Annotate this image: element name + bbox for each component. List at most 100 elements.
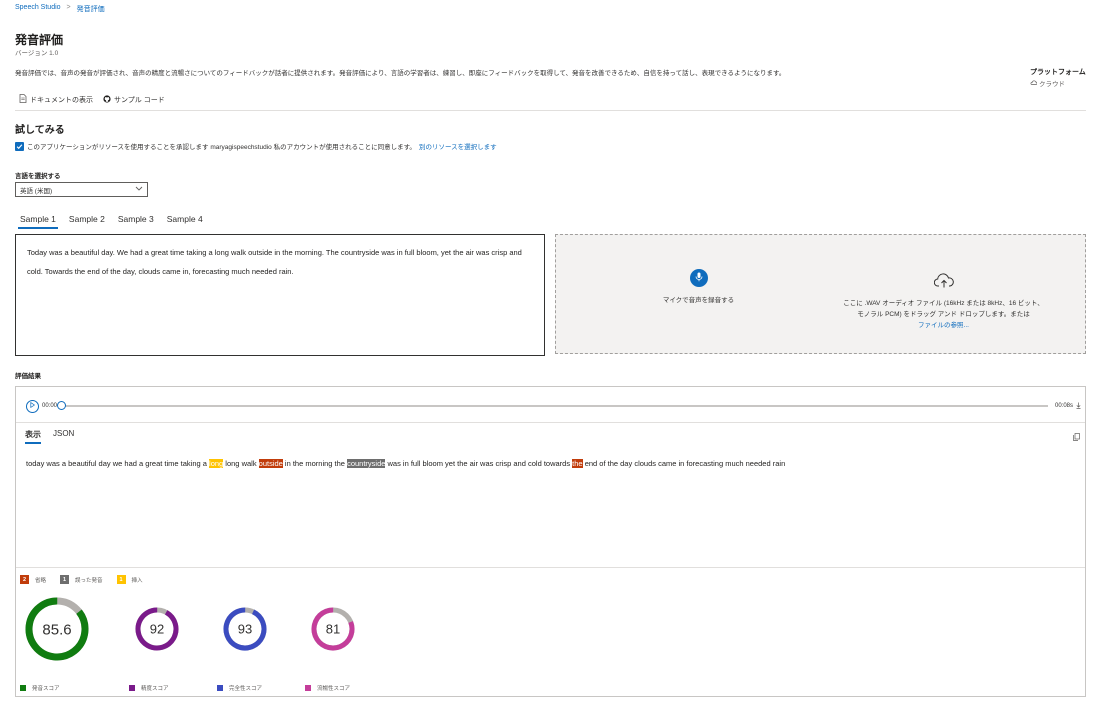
transcript-word-omission: the xyxy=(572,459,583,468)
score-value: 85.6 xyxy=(42,621,71,638)
insertion-count-badge: 1 xyxy=(116,575,126,584)
score-legend-1: 精度スコア xyxy=(129,684,169,692)
upload-block: ここに .WAV オーディオ ファイル (16kHz または 8kHz、16 ビ… xyxy=(831,273,1056,331)
transcript-text: end of the day clouds came in forecastin… xyxy=(582,459,786,468)
upload-instructions-line1: ここに .WAV オーディオ ファイル (16kHz または 8kHz、16 ビ… xyxy=(843,300,1044,307)
language-select-value: 英語 (米国) xyxy=(20,187,53,195)
sample-code-label: サンプル コード xyxy=(114,96,165,104)
cloud-icon xyxy=(1030,79,1038,87)
record-mic-label: マイクで音声を録音する xyxy=(662,297,735,304)
document-icon xyxy=(19,94,27,105)
legend-insertion-label: 挿入 xyxy=(131,577,143,584)
platform-value-text: クラウド xyxy=(1039,81,1065,88)
score-label: 完全性スコア xyxy=(229,686,263,692)
transcript-text: today was a beautiful day we had a great… xyxy=(26,459,210,468)
score-label: 流暢性スコア xyxy=(317,686,351,692)
page-description: 発音評価では、音声の発音が評価され、音声の精度と流暢さについてのフィードバックが… xyxy=(15,70,786,77)
legend-insertion: 1 挿入 xyxy=(116,575,143,584)
playback-slider[interactable] xyxy=(57,401,1048,410)
chevron-down-icon xyxy=(135,186,143,193)
platform-label: プラットフォーム xyxy=(1030,69,1086,76)
transcript-word-insertion: long xyxy=(209,459,224,468)
tab-display[interactable]: 表示 xyxy=(25,429,41,444)
transcript-text: was in full bloom yet the air was crisp … xyxy=(385,459,573,468)
select-other-resource-link[interactable]: 別のリソースを選択します xyxy=(419,141,497,151)
language-select[interactable]: 英語 (米国) xyxy=(15,182,148,197)
assessment-transcript: today was a beautiful day we had a great… xyxy=(26,459,785,468)
view-docs-label: ドキュメントの表示 xyxy=(30,96,93,104)
omission-count-badge: 2 xyxy=(20,575,29,584)
try-it-heading: 試してみる xyxy=(15,125,65,136)
copy-icon[interactable] xyxy=(1073,428,1080,446)
score-color-swatch xyxy=(129,685,135,691)
score-color-swatch xyxy=(20,685,26,691)
score-color-swatch xyxy=(305,685,311,691)
legend-omission-label: 省略 xyxy=(35,577,47,584)
consent-checkbox[interactable] xyxy=(15,141,24,151)
score-legend-0: 発音スコア xyxy=(20,684,60,692)
score-label: 発音スコア xyxy=(32,686,60,692)
tab-json[interactable]: JSON xyxy=(53,429,74,444)
breadcrumb-separator-icon: > xyxy=(66,4,71,11)
score-legend-2: 完全性スコア xyxy=(217,684,262,692)
download-icon[interactable] xyxy=(1076,402,1081,411)
play-icon xyxy=(30,401,36,410)
platform-value: クラウド xyxy=(1030,78,1065,88)
tab-sample-4[interactable]: Sample 4 xyxy=(162,212,208,229)
playback-slider-thumb[interactable] xyxy=(57,401,67,410)
doc-links: ドキュメントの表示 サンプル コード xyxy=(19,94,165,105)
results-label: 評価結果 xyxy=(15,373,41,380)
score-gauge-2: 93 xyxy=(223,607,267,651)
legend-mispronunciation: 1 誤った発音 xyxy=(60,575,103,584)
play-button[interactable] xyxy=(26,399,39,413)
tab-sample-3[interactable]: Sample 3 xyxy=(113,212,159,229)
transcript-word-omission: outside xyxy=(258,459,283,468)
score-gauge-3: 81 xyxy=(311,607,355,651)
sample-text-area[interactable]: Today was a beautiful day. We had a grea… xyxy=(15,234,545,356)
consent-text: このアプリケーションがリソースを使用することを承認します maryagispee… xyxy=(27,144,416,151)
version-label: バージョン 1.0 xyxy=(15,50,59,57)
mispronunciation-count-badge: 1 xyxy=(60,575,70,584)
breadcrumb-current[interactable]: 発音評価 xyxy=(77,4,105,14)
score-legend-3: 流暢性スコア xyxy=(305,684,350,692)
score-value: 93 xyxy=(238,622,252,637)
record-mic-button[interactable] xyxy=(689,269,708,287)
score-color-swatch xyxy=(217,685,223,691)
transcript-text: in the morning the xyxy=(282,459,348,468)
page-title: 発音評価 xyxy=(15,33,64,47)
time-end: 00:08s xyxy=(1054,403,1073,409)
transcript-word-mispronunciation: countryside xyxy=(347,459,386,468)
tab-sample-1[interactable]: Sample 1 xyxy=(15,212,61,229)
microphone-icon xyxy=(695,272,703,284)
header-divider xyxy=(15,110,1086,111)
score-gauge-1: 92 xyxy=(135,607,179,651)
browse-files-link[interactable]: ファイルの参照... xyxy=(831,320,1056,331)
transcript-divider xyxy=(16,567,1085,568)
github-icon xyxy=(103,94,111,105)
score-value: 81 xyxy=(326,622,340,637)
breadcrumb-root-link[interactable]: Speech Studio xyxy=(15,4,61,14)
consent-row: このアプリケーションがリソースを使用することを承認します maryagispee… xyxy=(15,141,497,151)
audio-dropzone[interactable]: マイクで音声を録音する ここに .WAV オーディオ ファイル (16kHz ま… xyxy=(555,234,1086,354)
time-start: 00:00 xyxy=(42,403,58,409)
upload-instructions-line2: モノラル PCM) をドラッグ アンド ドロップします。または xyxy=(857,311,1030,318)
transcript-text: long walk xyxy=(223,459,259,468)
language-label: 言語を選択する xyxy=(15,173,61,180)
audio-player: 00:00 00:08s xyxy=(26,399,1081,413)
result-tabs: 表示 JSON xyxy=(25,429,74,444)
cloud-upload-icon xyxy=(831,273,1056,292)
sample-code-link[interactable]: サンプル コード xyxy=(103,94,165,105)
error-legend: 2 省略 1 誤った発音 1 挿入 xyxy=(20,575,157,584)
player-divider xyxy=(16,422,1085,423)
view-docs-link[interactable]: ドキュメントの表示 xyxy=(19,94,93,105)
score-value: 92 xyxy=(150,622,164,637)
legend-mispronunciation-label: 誤った発音 xyxy=(75,577,103,584)
score-gauge-0: 85.6 xyxy=(25,597,89,661)
sample-tabs: Sample 1 Sample 2 Sample 3 Sample 4 xyxy=(15,212,211,229)
score-label: 精度スコア xyxy=(141,686,169,692)
legend-omission: 2 省略 xyxy=(20,575,46,584)
record-mic-block: マイクで音声を録音する xyxy=(656,269,741,304)
results-panel: 00:00 00:08s 表示 JSON today was a beautif… xyxy=(15,386,1086,697)
tab-sample-2[interactable]: Sample 2 xyxy=(64,212,110,229)
breadcrumb: Speech Studio > 発音評価 xyxy=(15,4,105,14)
